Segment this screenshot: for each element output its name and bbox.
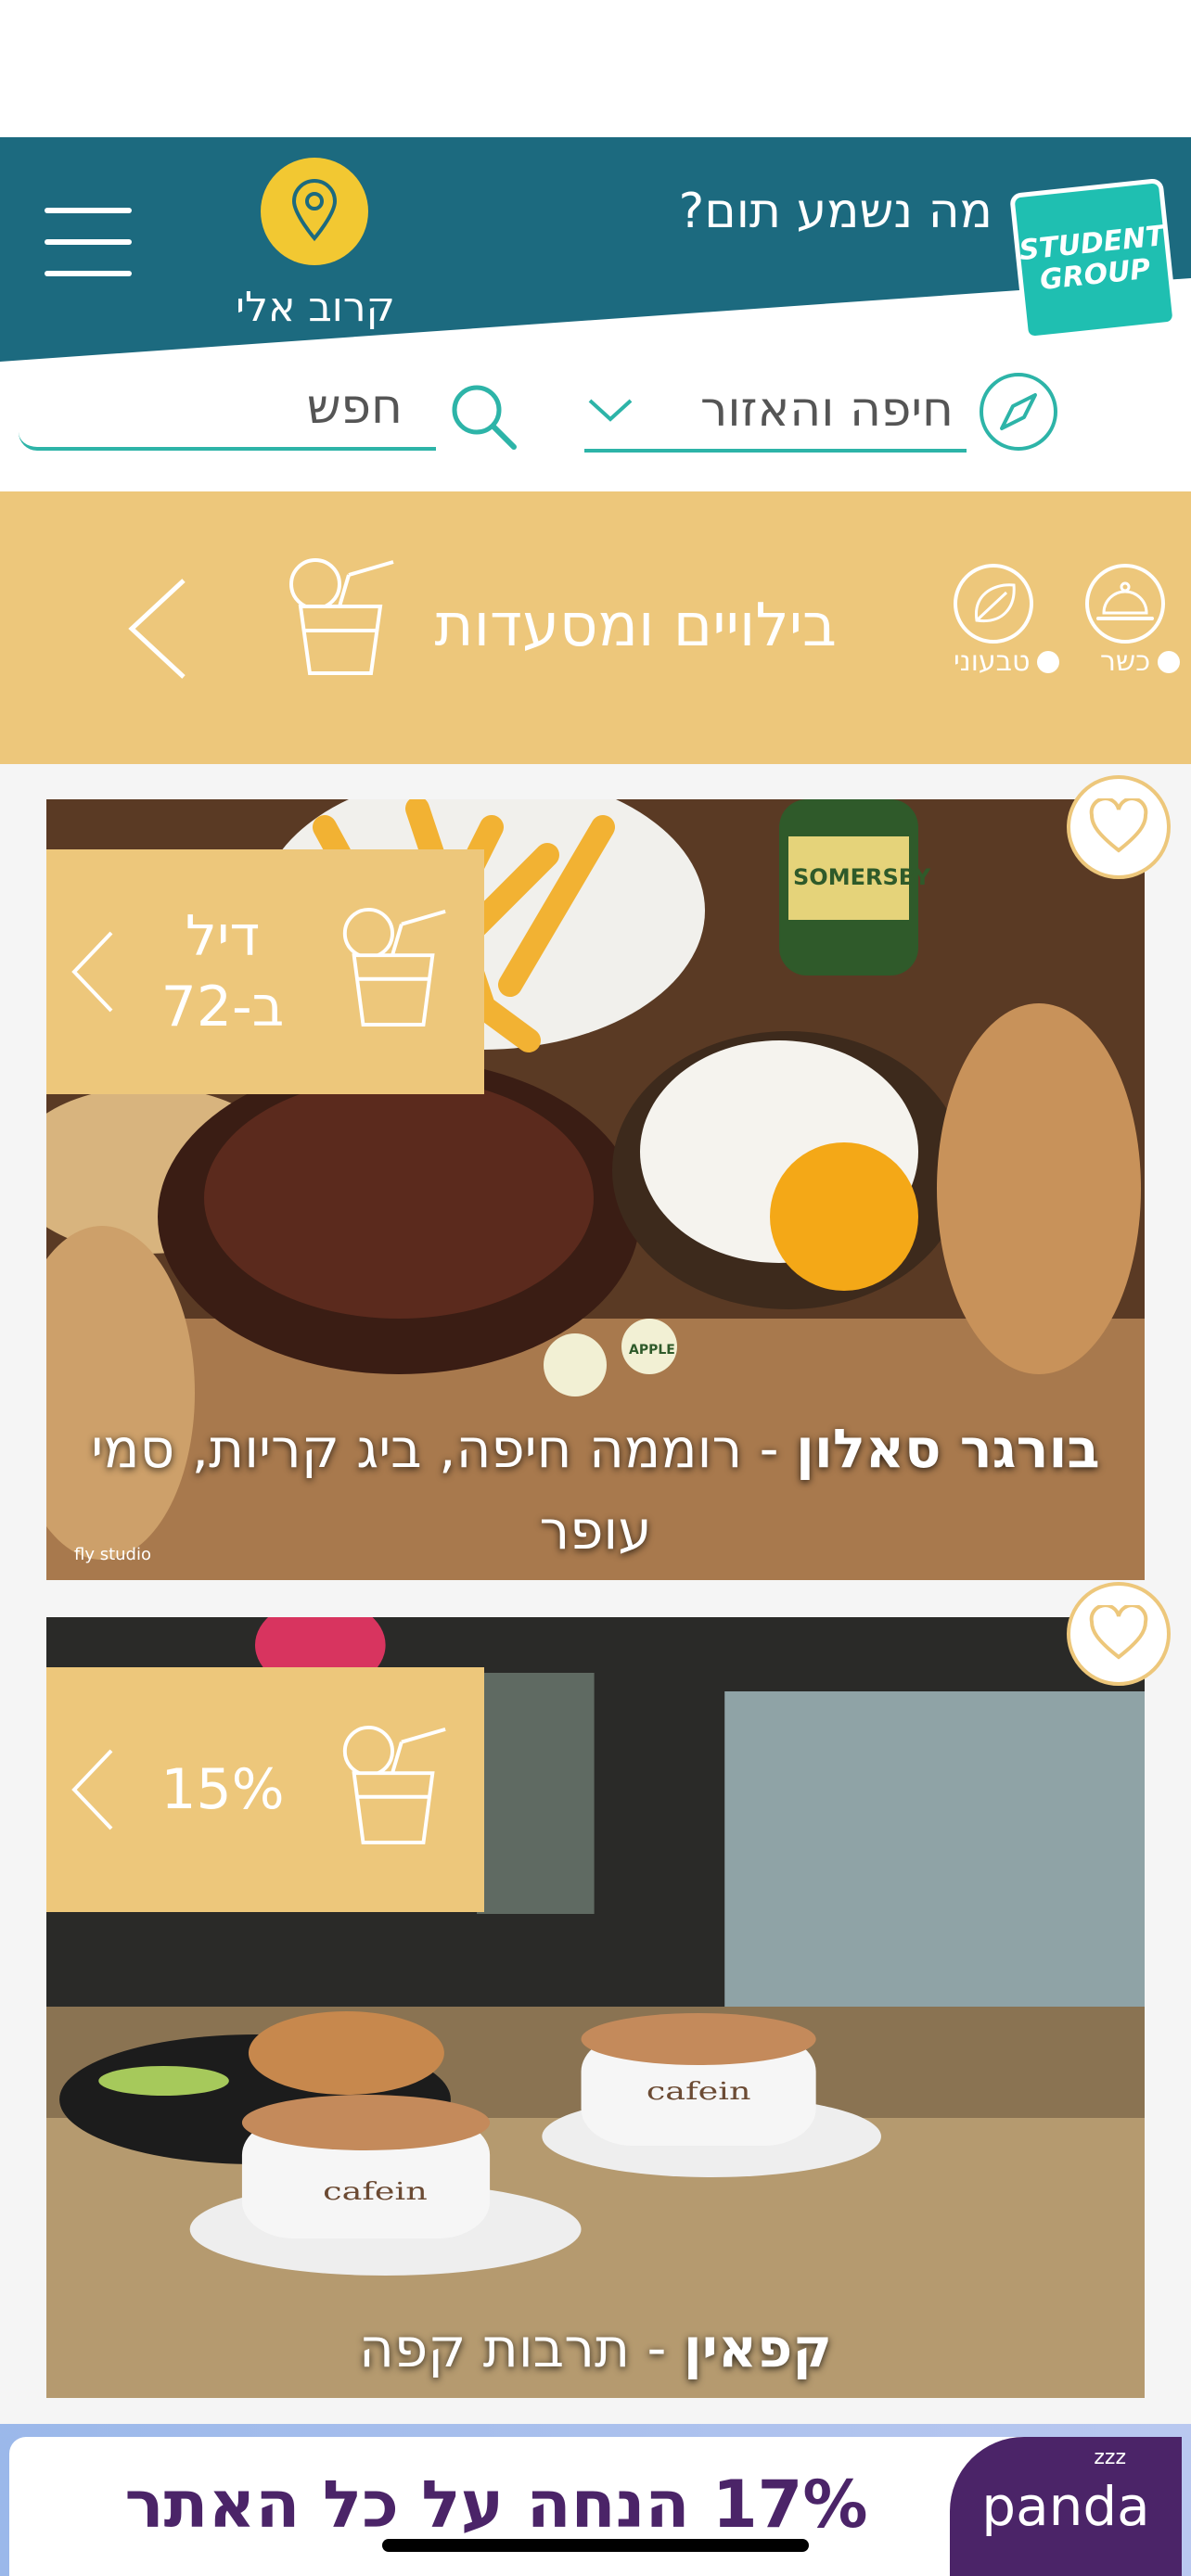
venue-location: - תרבות קפה: [359, 2316, 684, 2379]
header-diagonal-edge: [0, 278, 1191, 371]
location-pin-icon: [291, 179, 338, 242]
hamburger-menu-icon[interactable]: [45, 204, 132, 282]
kosher-filter-label: כשר: [1100, 645, 1151, 678]
compass-icon[interactable]: [976, 369, 1061, 454]
vegan-filter-option[interactable]: טבעוני: [954, 645, 1060, 678]
favorite-button[interactable]: [1067, 775, 1171, 879]
leaf-icon: [975, 583, 1016, 623]
deal-card[interactable]: fly studio SOMERSBY APPLE דיל ב-72 בורגר…: [46, 799, 1145, 1580]
venue-name: בורגר סאלון: [796, 1417, 1100, 1480]
ad-text: 17% הנחה על כל האתר: [124, 2467, 868, 2543]
student-group-logo[interactable]: STUDENT GROUP: [1009, 177, 1178, 342]
kosher-filter-button[interactable]: [1085, 564, 1165, 644]
deal-arrow-icon: [71, 1749, 113, 1830]
heart-icon: [1089, 798, 1148, 853]
deal-title: בורגר סאלון - רוממה חיפה, ביג קריות, סמי…: [65, 1408, 1126, 1571]
near-me-button[interactable]: [261, 158, 368, 265]
deal-arrow-icon: [71, 931, 113, 1013]
sleep-mark: zzz: [1094, 2446, 1126, 2469]
bottle-label: SOMERSBY: [793, 864, 931, 890]
venue-location: - רוממה חיפה, ביג קריות, סמי עופר: [91, 1417, 797, 1562]
deal-text: 15%: [121, 1667, 325, 1912]
deal-text: דיל ב-72: [121, 849, 325, 1094]
panda-logo: panda zzz: [950, 2437, 1182, 2576]
drink-icon: [342, 1725, 446, 1844]
kosher-radio[interactable]: [1158, 650, 1181, 673]
near-me-label[interactable]: קרוב אלי: [223, 284, 408, 331]
deal-title: קפאין - תרבות קפה: [65, 2307, 1126, 2389]
kosher-filter-option[interactable]: כשר: [1100, 645, 1181, 678]
drink-icon: [289, 558, 394, 675]
drink-icon: [342, 907, 446, 1027]
ad-banner[interactable]: 17% הנחה על כל האתר panda zzz: [0, 2424, 1191, 2576]
chevron-down-icon: [588, 399, 633, 422]
heart-icon: [1089, 1605, 1148, 1660]
vegan-filter-label: טבעוני: [954, 645, 1031, 678]
cup-logo: cafein: [647, 2078, 751, 2106]
ad-content[interactable]: 17% הנחה על כל האתר panda zzz: [9, 2437, 1182, 2576]
bottle-cap-label: APPLE: [629, 1343, 675, 1358]
deal-line-1: דיל: [185, 904, 261, 969]
deal-line-1: 15%: [160, 1757, 285, 1822]
favorite-button[interactable]: [1067, 1582, 1171, 1686]
search-icon[interactable]: [445, 378, 519, 453]
venue-name: קפאין: [683, 2316, 832, 2379]
deal-badge[interactable]: 15%: [46, 1667, 484, 1912]
greeting-tagline: מה נשמע תום?: [678, 184, 992, 239]
vegan-radio[interactable]: [1037, 650, 1060, 673]
search-input[interactable]: [19, 367, 436, 451]
panda-brand-name: panda: [981, 2475, 1150, 2538]
region-select[interactable]: חיפה והאזור: [584, 371, 967, 453]
category-title: בילויים ומסעדות: [434, 592, 838, 660]
deal-card[interactable]: cafein cafein 15% קפאין - תרבות קפה: [46, 1617, 1145, 2398]
home-indicator[interactable]: [382, 2539, 809, 2552]
deal-badge[interactable]: דיל ב-72: [46, 849, 484, 1094]
cup-logo: cafein: [323, 2178, 428, 2206]
back-arrow-icon[interactable]: [121, 573, 195, 684]
deal-line-2: ב-72: [160, 975, 285, 1039]
region-select-value: חיפה והאזור: [700, 382, 954, 438]
vegan-filter-button[interactable]: [954, 564, 1033, 644]
cloche-icon: [1096, 581, 1154, 620]
